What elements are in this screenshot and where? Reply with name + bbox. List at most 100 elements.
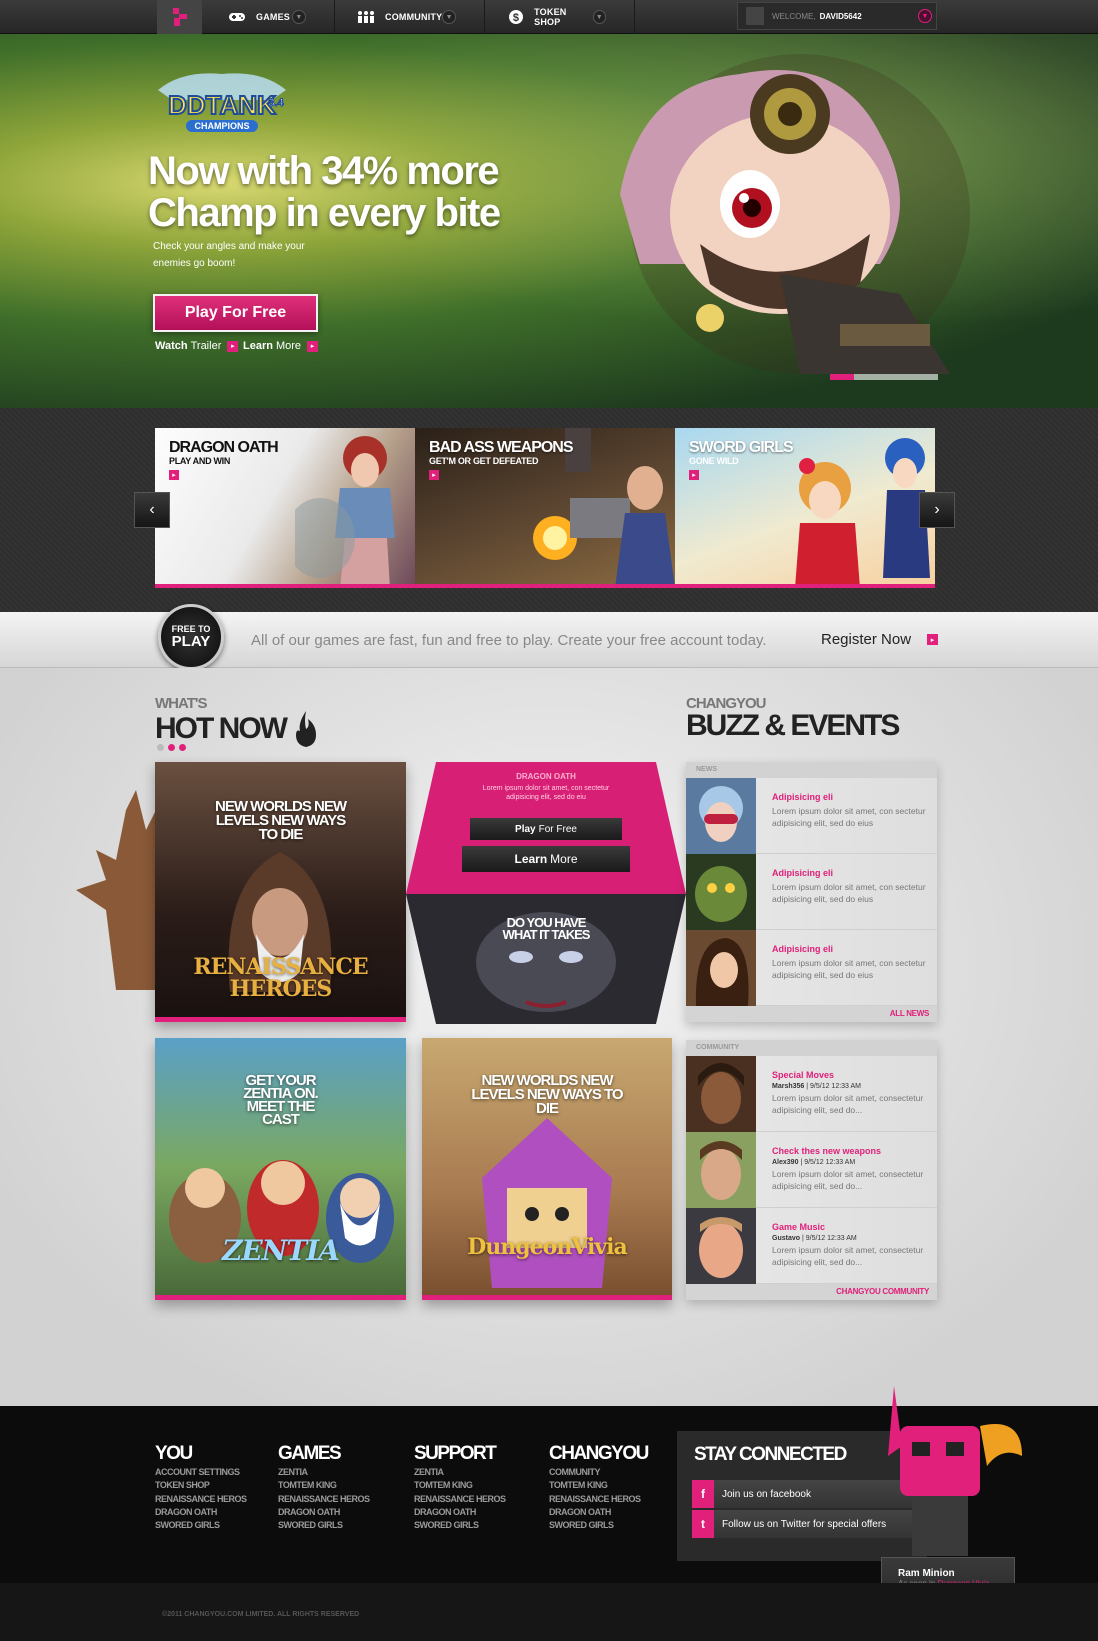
card-subtitle: GONE WILD — [689, 456, 739, 466]
card-subtitle: PLAY AND WIN — [169, 456, 231, 466]
community-label: COMMUNITY — [686, 1040, 937, 1056]
footer-link[interactable]: SWORED GIRLS — [155, 1519, 247, 1532]
footer-link[interactable]: ACCOUNT SETTINGS — [155, 1466, 247, 1479]
post-title: Check thes new weapons — [772, 1146, 882, 1156]
footer-link[interactable]: DRAGON OATH — [278, 1506, 370, 1519]
chevron-down-icon[interactable]: ▼ — [292, 10, 306, 24]
changyou-community-link[interactable]: CHANGYOU COMMUNITY — [686, 1284, 937, 1300]
carousel-card-dragon-oath[interactable]: DRAGON OATH PLAY AND WIN ▸ — [155, 428, 415, 588]
dungeon-vivia-character-illustration — [482, 1118, 612, 1288]
footer-col-you: YOU ACCOUNT SETTINGS TOKEN SHOP RENAISSA… — [155, 1444, 247, 1532]
news-title: Adipisicing eli — [772, 944, 834, 954]
card-subtitle: GET'M OR GET DEFEATED — [429, 456, 539, 466]
games-carousel: DRAGON OATH PLAY AND WIN ▸ BAD ASS WEAPO… — [0, 408, 1098, 612]
pager-dot[interactable] — [157, 744, 164, 751]
carousel-card-bad-ass-weapons[interactable]: BAD ASS WEAPONS GET'M OR GET DEFEATED ▸ — [415, 428, 675, 588]
nav-token-shop[interactable]: $ TOKEN SHOP ▼ — [485, 0, 635, 34]
pager-dot[interactable] — [168, 744, 175, 751]
svg-text:DDTANK: DDTANK — [168, 90, 276, 120]
chevron-down-icon[interactable]: ▼ — [592, 10, 606, 24]
footer-link[interactable]: DRAGON OATH — [549, 1506, 648, 1519]
twitter-icon: t — [692, 1510, 714, 1538]
post-title: Special Moves — [772, 1070, 835, 1080]
cube-learn-label: Learn — [514, 852, 548, 866]
carousel-next-button[interactable]: › — [919, 492, 955, 528]
news-row[interactable]: Adipisicing eli Lorem ipsum dolor sit ame… — [686, 778, 937, 854]
register-now-link[interactable]: Register Now ▸ — [821, 631, 939, 648]
footer-heading: CHANGYOU — [549, 1443, 649, 1464]
community-row[interactable]: Check thes new weapons Alex390 | 9/5/12 1… — [686, 1132, 937, 1208]
ddtank-champions-logo: DDTANK 3.4 CHAMPIONS — [158, 73, 286, 132]
tile-dragon-oath-cube[interactable]: DRAGON OATH Lorem ipsum dolor sit amet, … — [406, 762, 686, 1024]
changyou-logo[interactable] — [157, 0, 202, 34]
footer-link[interactable]: TOMTEM KING — [414, 1479, 506, 1492]
footer-link[interactable]: TOKEN SHOP — [155, 1479, 247, 1492]
footer-heading: GAMES — [278, 1443, 342, 1464]
cube-play-button[interactable]: Play For Free — [470, 818, 622, 840]
user-menu[interactable]: WELCOME, DAVID5642 ▼ — [737, 2, 937, 30]
pager-dot[interactable] — [179, 744, 186, 751]
footer-link[interactable]: ZENTIA — [414, 1466, 506, 1479]
footer-link[interactable]: TOMTEM KING — [278, 1479, 370, 1492]
footer-link[interactable]: COMMUNITY — [549, 1466, 648, 1479]
trailer-label: Trailer — [190, 340, 222, 352]
buzz-title: BUZZ & EVENTS — [686, 709, 900, 742]
footer-link[interactable]: RENAISSANCE HEROS — [414, 1493, 506, 1506]
play-for-free-button[interactable]: Play For Free — [153, 294, 318, 332]
footer-link[interactable]: SWORED GIRLS — [414, 1519, 506, 1532]
tile-dungeon-vivia[interactable]: NEW WORLDS NEW LEVELS NEW WAYS TO DIE Du… — [422, 1038, 672, 1300]
hot-now-pager — [157, 744, 186, 751]
watch-trailer-link[interactable]: Watch Trailer ▸ — [155, 340, 239, 352]
zentia-logo: ZENTIA — [221, 1234, 340, 1267]
hero-subline: Check your angles and make your enemies … — [153, 241, 305, 269]
carousel-prev-button[interactable]: ‹ — [134, 492, 170, 528]
chevron-down-icon[interactable]: ▼ — [442, 10, 456, 24]
cube-more-label: More — [550, 852, 578, 866]
hot-now-title: HOT NOW — [155, 712, 288, 745]
news-row[interactable]: Adipisicing eli Lorem ipsum dolor sit ame… — [686, 930, 937, 1006]
post-body: Lorem ipsum dolor sit amet, consectetur … — [772, 1169, 924, 1191]
learn-more-link[interactable]: Learn More ▸ — [243, 340, 319, 352]
minion-name: Ram Minion — [898, 1568, 955, 1579]
news-row[interactable]: Adipisicing eli Lorem ipsum dolor sit ame… — [686, 854, 937, 930]
arrow-right-icon: ▸ — [227, 340, 239, 352]
carousel-card-sword-girls[interactable]: SWORD GIRLS GONE WILD ▸ — [675, 428, 935, 588]
footer-link[interactable]: SWORED GIRLS — [549, 1519, 648, 1532]
community-row[interactable]: Special Moves Marsh356 | 9/5/12 12:33 AM L… — [686, 1056, 937, 1132]
post-date: 9/5/12 12:33 AM — [810, 1083, 861, 1090]
footer-link[interactable]: DRAGON OATH — [155, 1506, 247, 1519]
hot-now-small: WHAT'S — [155, 695, 207, 712]
hero-character-illustration — [620, 54, 970, 374]
nav-community[interactable]: COMMUNITY ▼ — [335, 0, 485, 34]
user-avatar — [686, 1208, 756, 1284]
people-icon — [357, 10, 375, 24]
hero-slide-progress[interactable] — [830, 374, 938, 380]
footer-link[interactable]: RENAISSANCE HEROS — [155, 1493, 247, 1506]
footer-link[interactable]: TOMTEM KING — [549, 1479, 648, 1492]
cube-body: Lorem ipsum dolor sit amet, con sectetur… — [482, 785, 610, 801]
nav-token-shop-label: TOKEN SHOP — [534, 7, 567, 27]
footer-link[interactable]: RENAISSANCE HEROS — [278, 1493, 370, 1506]
all-news-link[interactable]: ALL NEWS — [686, 1006, 937, 1022]
chevron-down-icon[interactable]: ▼ — [918, 9, 932, 23]
footer-link[interactable]: DRAGON OATH — [414, 1506, 506, 1519]
news-thumbnail — [686, 854, 756, 930]
dungeon-vivia-logo: DungeonVivia — [467, 1234, 628, 1260]
footer-link[interactable]: SWORED GIRLS — [278, 1519, 370, 1532]
chevron-right-icon: › — [934, 501, 940, 518]
dollar-icon: $ — [507, 10, 524, 24]
post-author: Marsh356 — [772, 1083, 805, 1090]
footer-link[interactable]: ZENTIA — [278, 1466, 370, 1479]
community-panel: COMMUNITY Special Moves Marsh356 | 9/5/12… — [686, 1040, 937, 1300]
community-row[interactable]: Game Music Gustavo | 9/5/12 12:33 AM Lorem… — [686, 1208, 937, 1284]
footer-link[interactable]: RENAISSANCE HEROS — [549, 1493, 648, 1506]
tile-zentia[interactable]: GET YOUR ZENTIA ON. MEET THE CAST ZENTIA — [155, 1038, 406, 1300]
copyright-text: ©2011 CHANGYOU.COM LIMITED. ALL RIGHTS R… — [162, 1611, 360, 1618]
tile-tagline: GET YOUR ZENTIA ON. MEET THE CAST — [243, 1072, 318, 1128]
post-author: Alex390 — [772, 1159, 799, 1166]
tile-renaissance-heroes[interactable]: NEW WORLDS NEW LEVELS NEW WAYS TO DIE RE… — [155, 762, 406, 1022]
news-body: Lorem ipsum dolor sit amet, con sectetur… — [772, 958, 926, 980]
cube-learn-more-button[interactable]: Learn More — [462, 846, 630, 872]
twitter-label: Follow us on Twitter for special offers — [722, 1518, 887, 1530]
nav-games[interactable]: GAMES ▼ — [202, 0, 335, 34]
